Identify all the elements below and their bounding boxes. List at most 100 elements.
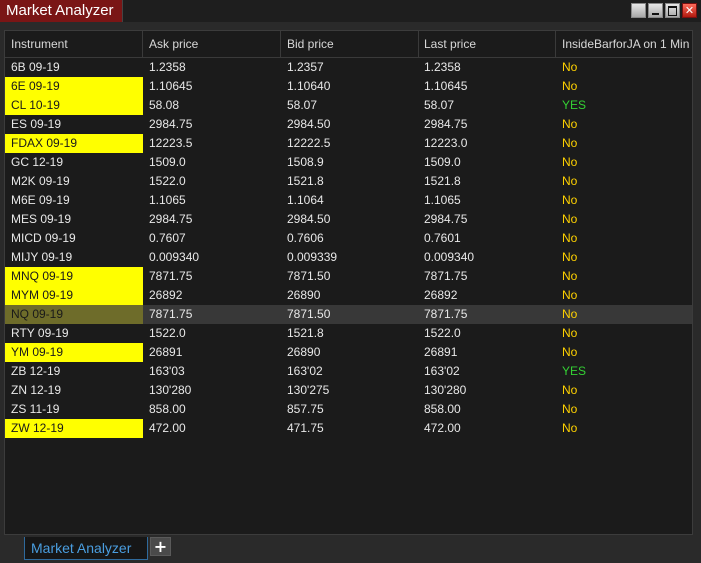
signal-cell: No bbox=[562, 174, 578, 188]
minimize-button[interactable] bbox=[648, 3, 663, 18]
table-row[interactable]: M6E 09-19 1.1065 1.1064 1.1065 No bbox=[5, 191, 692, 210]
signal-cell: No bbox=[562, 402, 578, 416]
table-row[interactable]: NQ 09-19 7871.75 7871.50 7871.75 No bbox=[5, 305, 692, 324]
table-row[interactable]: MICD 09-19 0.7607 0.7606 0.7601 No bbox=[5, 229, 692, 248]
last-price-cell: 1521.8 bbox=[424, 174, 461, 188]
last-price-cell: 0.7601 bbox=[424, 231, 461, 245]
bid-price-cell: 2984.50 bbox=[287, 212, 331, 226]
signal-cell: No bbox=[562, 307, 578, 321]
instrument-cell: ZN 12-19 bbox=[11, 383, 62, 397]
instrument-cell: MIJY 09-19 bbox=[11, 250, 73, 264]
tab-market-analyzer[interactable]: Market Analyzer bbox=[24, 537, 148, 560]
instrument-cell: ZW 12-19 bbox=[5, 419, 143, 438]
ask-price-cell: 7871.75 bbox=[149, 307, 193, 321]
instrument-cell: FDAX 09-19 bbox=[5, 134, 143, 153]
table-row[interactable]: MYM 09-19 26892 26890 26892 No bbox=[5, 286, 692, 305]
table-row[interactable]: MNQ 09-19 7871.75 7871.50 7871.75 No bbox=[5, 267, 692, 286]
table-row[interactable]: ZS 11-19 858.00 857.75 858.00 No bbox=[5, 400, 692, 419]
table-row[interactable]: YM 09-19 26891 26890 26891 No bbox=[5, 343, 692, 362]
ask-price-cell: 130'280 bbox=[149, 383, 192, 397]
signal-cell: No bbox=[562, 269, 578, 283]
signal-cell: No bbox=[562, 421, 578, 435]
signal-cell: No bbox=[562, 250, 578, 264]
table-row[interactable]: CL 10-19 58.08 58.07 58.07 YES bbox=[5, 96, 692, 115]
bid-price-cell: 7871.50 bbox=[287, 269, 331, 283]
ask-price-cell: 2984.75 bbox=[149, 212, 193, 226]
column-header-indicator[interactable]: InsideBarforJA on 1 Min bbox=[556, 31, 692, 57]
last-price-cell: 1.1065 bbox=[424, 193, 461, 207]
bid-price-cell: 163'02 bbox=[287, 364, 323, 378]
table-row[interactable]: GC 12-19 1509.0 1508.9 1509.0 No bbox=[5, 153, 692, 172]
add-tab-button[interactable]: + bbox=[150, 537, 171, 556]
instrument-cell: M6E 09-19 bbox=[11, 193, 70, 207]
bid-price-cell: 26890 bbox=[287, 288, 321, 302]
ask-price-cell: 58.08 bbox=[149, 98, 180, 112]
bid-price-cell: 1521.8 bbox=[287, 326, 324, 340]
last-price-cell: 858.00 bbox=[424, 402, 461, 416]
signal-cell: No bbox=[562, 193, 578, 207]
signal-cell: No bbox=[562, 212, 578, 226]
ask-price-cell: 1522.0 bbox=[149, 326, 186, 340]
bid-price-cell: 7871.50 bbox=[287, 307, 331, 321]
maximize-button[interactable] bbox=[665, 3, 680, 18]
table-row[interactable]: ZB 12-19 163'03 163'02 163'02 YES bbox=[5, 362, 692, 381]
instrument-cell: CL 10-19 bbox=[5, 96, 143, 115]
table-row[interactable]: ES 09-19 2984.75 2984.50 2984.75 No bbox=[5, 115, 692, 134]
ask-price-cell: 163'03 bbox=[149, 364, 185, 378]
last-price-cell: 130'280 bbox=[424, 383, 467, 397]
bid-price-cell: 12222.5 bbox=[287, 136, 331, 150]
last-price-cell: 2984.75 bbox=[424, 212, 468, 226]
ask-price-cell: 0.7607 bbox=[149, 231, 186, 245]
table-row[interactable]: MIJY 09-19 0.009340 0.009339 0.009340 No bbox=[5, 248, 692, 267]
instrument-cell: ZB 12-19 bbox=[11, 364, 61, 378]
column-header-ask-price[interactable]: Ask price bbox=[143, 31, 281, 57]
close-button[interactable]: ✕ bbox=[682, 3, 697, 18]
instrument-cell: MES 09-19 bbox=[11, 212, 72, 226]
bid-price-cell: 1508.9 bbox=[287, 155, 324, 169]
bid-price-cell: 0.009339 bbox=[287, 250, 338, 264]
last-price-cell: 58.07 bbox=[424, 98, 455, 112]
column-header-last-price[interactable]: Last price bbox=[418, 31, 556, 57]
ask-price-cell: 1.2358 bbox=[149, 60, 186, 74]
instrument-cell: ZS 11-19 bbox=[11, 402, 60, 416]
table-row[interactable]: ZW 12-19 472.00 471.75 472.00 No bbox=[5, 419, 692, 438]
table-row[interactable]: RTY 09-19 1522.0 1521.8 1522.0 No bbox=[5, 324, 692, 343]
ask-price-cell: 7871.75 bbox=[149, 269, 193, 283]
table-row[interactable]: 6B 09-19 1.2358 1.2357 1.2358 No bbox=[5, 58, 692, 77]
last-price-cell: 472.00 bbox=[424, 421, 461, 435]
table-row[interactable]: MES 09-19 2984.75 2984.50 2984.75 No bbox=[5, 210, 692, 229]
ask-price-cell: 1.10645 bbox=[149, 79, 193, 93]
signal-cell: YES bbox=[562, 98, 587, 112]
instrument-cell: MNQ 09-19 bbox=[5, 267, 143, 286]
instrument-cell: M2K 09-19 bbox=[11, 174, 70, 188]
last-price-cell: 1.2358 bbox=[424, 60, 461, 74]
table-row[interactable]: ZN 12-19 130'280 130'275 130'280 No bbox=[5, 381, 692, 400]
ask-price-cell: 26891 bbox=[149, 345, 183, 359]
window-title[interactable]: Market Analyzer bbox=[0, 0, 123, 22]
bid-price-cell: 130'275 bbox=[287, 383, 330, 397]
instrument-cell: ES 09-19 bbox=[11, 117, 62, 131]
table-row[interactable]: M2K 09-19 1522.0 1521.8 1521.8 No bbox=[5, 172, 692, 191]
bid-price-cell: 2984.50 bbox=[287, 117, 331, 131]
ask-price-cell: 1509.0 bbox=[149, 155, 186, 169]
market-analyzer-grid[interactable]: Instrument Ask price Bid price Last pric… bbox=[4, 30, 693, 535]
column-header-bid-price[interactable]: Bid price bbox=[281, 31, 419, 57]
instrument-cell: MICD 09-19 bbox=[11, 231, 76, 245]
last-price-cell: 1522.0 bbox=[424, 326, 461, 340]
bid-price-cell: 58.07 bbox=[287, 98, 318, 112]
table-row[interactable]: FDAX 09-19 12223.5 12222.5 12223.0 No bbox=[5, 134, 692, 153]
last-price-cell: 163'02 bbox=[424, 364, 460, 378]
ask-price-cell: 26892 bbox=[149, 288, 183, 302]
instrument-cell: RTY 09-19 bbox=[11, 326, 69, 340]
table-row[interactable]: 6E 09-19 1.10645 1.10640 1.10645 No bbox=[5, 77, 692, 96]
column-header-instrument[interactable]: Instrument bbox=[5, 31, 143, 57]
signal-cell: No bbox=[562, 383, 578, 397]
signal-cell: YES bbox=[562, 364, 587, 378]
restore-button[interactable] bbox=[631, 3, 646, 18]
last-price-cell: 1.10645 bbox=[424, 79, 468, 93]
minimize-icon bbox=[652, 13, 659, 15]
signal-cell: No bbox=[562, 136, 578, 150]
signal-cell: No bbox=[562, 326, 578, 340]
signal-cell: No bbox=[562, 288, 578, 302]
instrument-cell: 6E 09-19 bbox=[5, 77, 143, 96]
